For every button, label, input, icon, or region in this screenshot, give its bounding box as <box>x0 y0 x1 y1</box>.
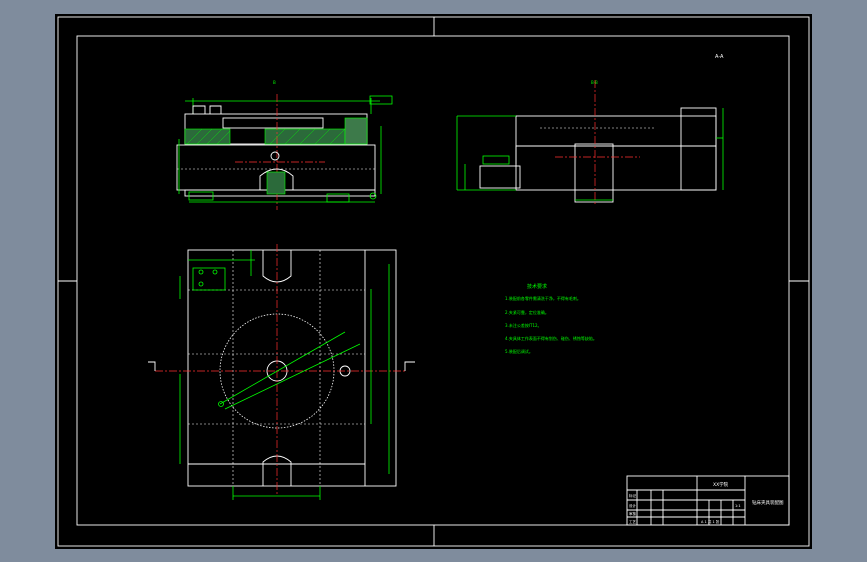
sheet-inner-frame <box>76 35 790 526</box>
scale-note: A-A <box>715 54 724 60</box>
title-row-label-2: 设计 <box>629 503 637 508</box>
tech-notes-title: 技术要求 <box>527 283 547 290</box>
title-row-label-1: 标记 <box>629 493 637 498</box>
technical-notes: 技术要求 1.装配前各零件需清洗干净，不得有毛刺。 2.夹紧可靠，定位准确。 3… <box>505 283 597 354</box>
section-label-right: B-B <box>591 80 598 85</box>
tech-note-3: 3.未注公差按IT12。 <box>505 322 542 328</box>
tech-note-1: 1.装配前各零件需清洗干净，不得有毛刺。 <box>505 295 581 301</box>
front-section-view: B <box>176 80 393 210</box>
title-row-label-4: 工艺 <box>629 519 637 524</box>
side-section-view: B-B <box>456 80 724 206</box>
part-name: 钻床夹具装配图 <box>752 499 784 506</box>
sheet-footer: A 1 共 1 张 <box>701 519 720 524</box>
design-org: XX学院 <box>713 481 729 488</box>
tech-note-4: 4.夹具体工作表面不得有划伤、碰伤、锈蚀等缺陷。 <box>505 335 597 341</box>
drawing-viewport[interactable]: A-A B B-B 技术要求 1.装配前各零件需清洗干净，不得有毛刺。 2.夹紧… <box>55 14 812 549</box>
section-label-top: B <box>273 80 276 85</box>
plan-view <box>148 244 415 500</box>
title-block: XX学院 钻床夹具装配图 标记 设计 审核 工艺 1:1 A 1 共 1 张 <box>626 475 790 526</box>
tech-note-5: 5.装配后调试。 <box>505 348 533 354</box>
tech-note-2: 2.夹紧可靠，定位准确。 <box>505 309 549 315</box>
sheet-scale: 1:1 <box>735 504 741 508</box>
title-row-label-3: 审核 <box>629 511 637 516</box>
cad-canvas: A-A B B-B 技术要求 1.装配前各零件需清洗干净，不得有毛刺。 2.夹紧… <box>57 16 810 547</box>
sheet-outer-border <box>57 16 810 547</box>
